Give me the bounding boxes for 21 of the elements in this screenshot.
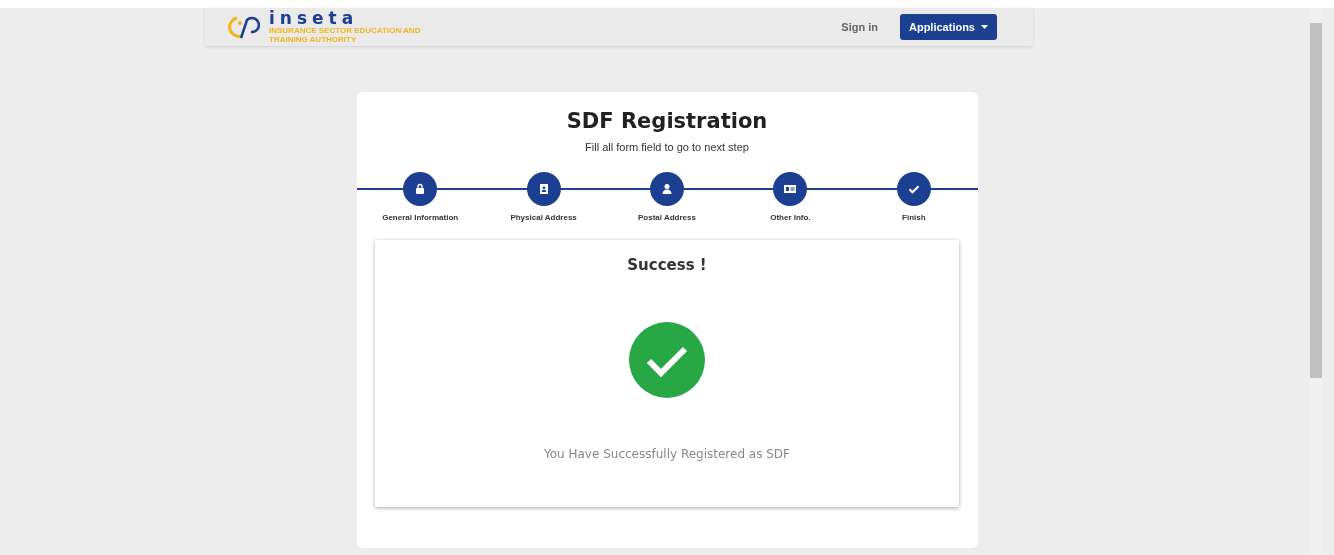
success-message: You Have Successfully Registered as SDF <box>544 447 790 461</box>
applications-button[interactable]: Applications <box>900 14 997 40</box>
success-check-icon <box>629 322 705 398</box>
logo-name: inseta <box>269 10 360 26</box>
page-title: SDF Registration <box>566 109 768 133</box>
caret-icon <box>981 25 988 29</box>
step-label: Physical Address <box>510 213 577 222</box>
lock-icon <box>414 183 427 195</box>
id-card-icon <box>783 183 798 195</box>
step-label: Finish <box>902 213 926 222</box>
logo-tagline: INSURANCE SECTOR EDUCATION AND TRAINING AUTHORITY <box>269 25 422 44</box>
user-icon <box>661 183 673 195</box>
step-label: Postal Address <box>638 213 696 222</box>
contact-book-icon <box>537 183 550 195</box>
step-label: General Information <box>382 213 459 222</box>
result-heading: Success ! <box>627 256 707 274</box>
step-label: Other Info. <box>770 213 811 222</box>
check-icon <box>907 183 920 195</box>
subtitle: Fill all form field to go to next step <box>585 141 749 153</box>
logo-icon <box>227 14 261 40</box>
sign-in-link[interactable]: Sign in <box>841 21 878 33</box>
